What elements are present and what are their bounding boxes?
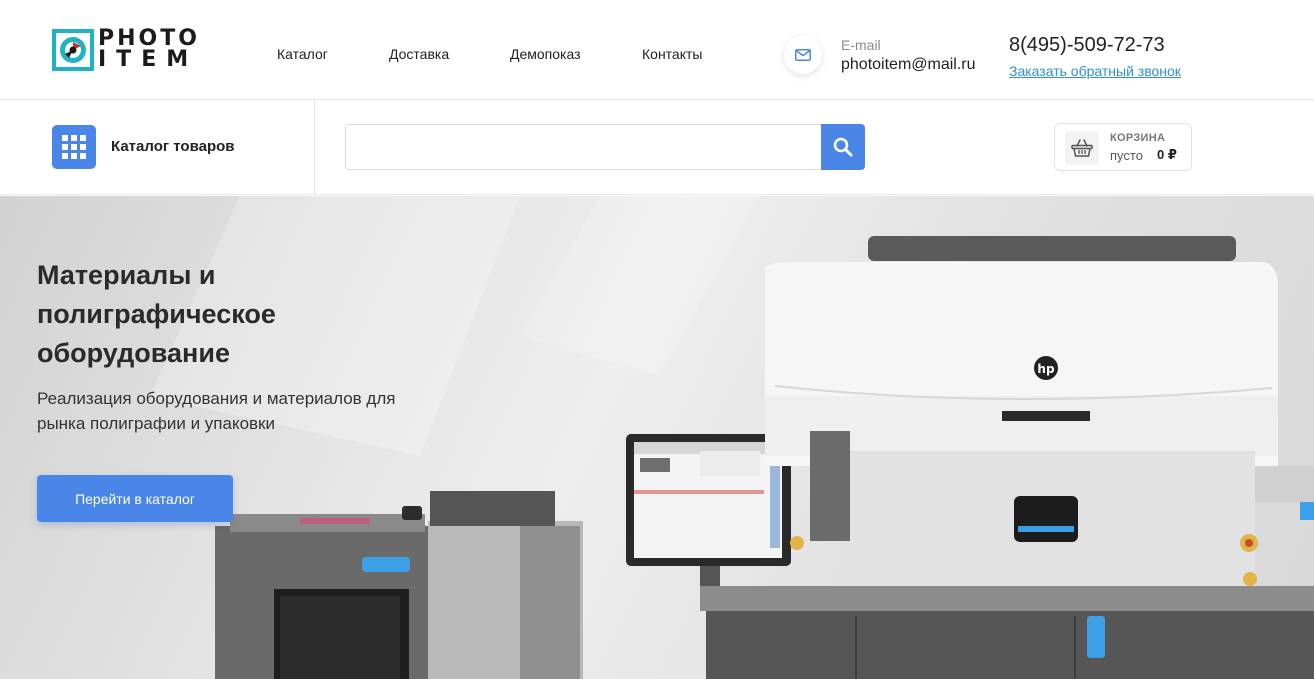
cart-widget[interactable]: КОРЗИНА пусто 0 ₽ [1054, 123, 1192, 171]
nav-link-catalog[interactable]: Каталог [277, 46, 328, 62]
search-icon [833, 137, 853, 157]
phone-link[interactable]: 8(495)-509-72-73 [1009, 34, 1165, 57]
search-button[interactable] [821, 124, 865, 170]
cart-title: КОРЗИНА [1110, 132, 1166, 144]
logo-line-1: PHOTO [98, 26, 200, 51]
callback-link[interactable]: Заказать обратный звонок [1009, 63, 1181, 79]
hero-subtitle: Реализация оборудования и материалов для… [37, 389, 396, 433]
nav-link-demo[interactable]: Демопоказ [510, 46, 581, 62]
mail-badge [784, 36, 822, 74]
mail-icon [795, 49, 811, 61]
divider [314, 100, 315, 195]
email-label: E-mail [841, 37, 881, 53]
catalog-menu-button[interactable] [52, 125, 96, 169]
hero-banner: hp Материалы и полиграфическое оборудова… [0, 196, 1314, 679]
basket-icon [1071, 139, 1093, 157]
email-link[interactable]: photoitem@mail.ru [841, 56, 976, 74]
search-input[interactable] [345, 124, 823, 170]
top-header: PHOTO ITEM Каталог Доставка Демопоказ Ко… [0, 0, 1314, 100]
site-logo[interactable]: PHOTO ITEM [52, 28, 236, 72]
cart-sum: 0 ₽ [1157, 147, 1177, 162]
nav-link-contacts[interactable]: Контакты [642, 46, 702, 62]
nav-link-delivery[interactable]: Доставка [389, 46, 449, 62]
catalog-menu-label[interactable]: Каталог товаров [111, 138, 235, 155]
logo-text: PHOTO ITEM [98, 26, 200, 72]
cart-icon-box [1065, 131, 1099, 165]
hp-logo-text: hp [1037, 362, 1055, 376]
cart-status: пусто [1110, 148, 1143, 163]
logo-aperture-icon [52, 29, 94, 71]
go-to-catalog-button[interactable]: Перейти в каталог [37, 475, 233, 522]
hero-title: Материалы и полиграфическое оборудование [37, 260, 276, 368]
logo-line-2: ITEM [98, 47, 199, 72]
